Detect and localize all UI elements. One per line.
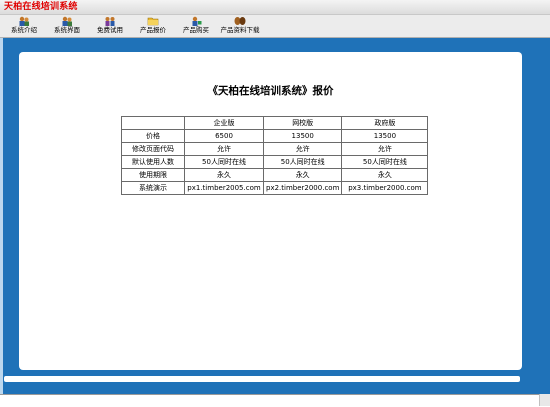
table-header-cell <box>121 116 185 130</box>
table-row: 修改页面代码 允许 允许 允许 <box>121 142 429 156</box>
toolbar-item-docs-download[interactable]: 产品资料下载 <box>218 16 262 37</box>
toolbar-item-price-quote[interactable]: 产品报价 <box>138 16 168 37</box>
price-table: 企业版 网校版 政府版 价格 6500 13500 13500 修改页面代码 允… <box>121 116 429 195</box>
table-header-cell: 网校版 <box>262 116 343 130</box>
title-bar: 天柏在线培训系统 <box>0 0 550 15</box>
demo-link[interactable]: px1.timber2005.com <box>184 181 264 195</box>
table-cell: 13500 <box>341 129 429 143</box>
people-icon <box>62 16 72 26</box>
table-cell: 默认使用人数 <box>121 155 185 169</box>
toolbar-label: 系统介绍 <box>11 26 37 34</box>
toolbar-label: 免费试用 <box>97 26 123 34</box>
toolbar-label: 系统界面 <box>54 26 80 34</box>
page-title: 《天柏在线培训系统》报价 <box>207 85 334 97</box>
table-row: 使用期限 永久 永久 永久 <box>121 168 429 182</box>
table-cell: 系统演示 <box>121 181 185 195</box>
table-cell: 50人同时在线 <box>184 155 264 169</box>
status-bar <box>0 394 550 407</box>
users-icon <box>105 17 115 26</box>
table-row: 价格 6500 13500 13500 <box>121 129 429 143</box>
table-row: 系统演示 px1.timber2005.com px2.timber2000.c… <box>121 181 429 195</box>
table-header-cell: 企业版 <box>184 116 264 130</box>
table-cell: 50人同时在线 <box>341 155 429 169</box>
table-cell: 永久 <box>184 168 264 182</box>
table-cell: 6500 <box>184 129 264 143</box>
main-frame: 《天柏在线培训系统》报价 企业版 网校版 政府版 价格 6500 13500 1… <box>0 38 550 394</box>
table-cell: 允许 <box>184 142 264 156</box>
table-header-cell: 政府版 <box>341 116 429 130</box>
toolbar-item-purchase[interactable]: 产品购买 <box>181 16 211 37</box>
toolbar-label: 产品购买 <box>183 26 209 34</box>
table-cell: 价格 <box>121 129 185 143</box>
frame-left-edge <box>0 38 3 394</box>
toolbar-item-system-intro[interactable]: 系统介绍 <box>9 16 39 37</box>
toolbar-item-system-ui[interactable]: 系统界面 <box>52 16 82 37</box>
frame-bottom-strip <box>4 376 520 382</box>
table-cell: 永久 <box>262 168 343 182</box>
content-panel: 《天柏在线培训系统》报价 企业版 网校版 政府版 价格 6500 13500 1… <box>19 52 522 370</box>
table-cell: 50人同时在线 <box>262 155 343 169</box>
table-row: 默认使用人数 50人同时在线 50人同时在线 50人同时在线 <box>121 155 429 169</box>
table-cell: 允许 <box>262 142 343 156</box>
table-cell: 允许 <box>341 142 429 156</box>
scrollbar-corner[interactable] <box>539 394 550 406</box>
toolbar-label: 产品资料下载 <box>220 26 260 34</box>
demo-link[interactable]: px2.timber2000.com <box>262 181 343 195</box>
folder-icon <box>147 17 159 26</box>
table-cell: 永久 <box>341 168 429 182</box>
table-header-row: 企业版 网校版 政府版 <box>121 116 429 130</box>
toolbar-label: 产品报价 <box>140 26 166 34</box>
buyer-icon <box>192 16 202 26</box>
download-icon <box>234 17 246 25</box>
demo-link[interactable]: px3.timber2000.com <box>341 181 429 195</box>
table-cell: 13500 <box>262 129 343 143</box>
table-cell: 使用期限 <box>121 168 185 182</box>
people-icon <box>19 16 29 26</box>
toolbar: 系统介绍 系统界面 免费试用 产品报价 产品购买 产品资料下载 <box>0 15 550 38</box>
table-cell: 修改页面代码 <box>121 142 185 156</box>
window-title: 天柏在线培训系统 <box>4 2 78 12</box>
toolbar-item-free-trial[interactable]: 免费试用 <box>95 16 125 37</box>
